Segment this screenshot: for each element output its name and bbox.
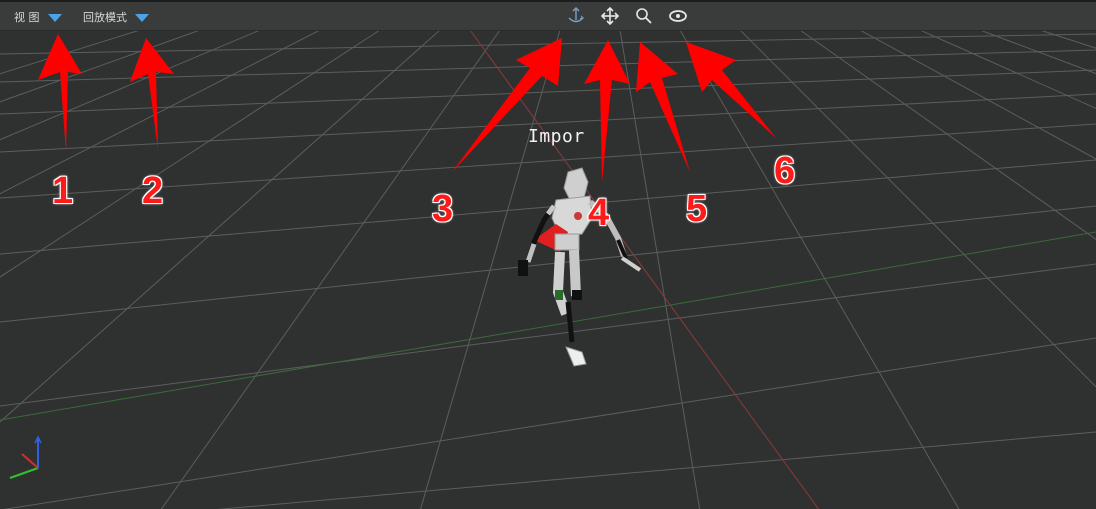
viewport-toolbar: 视 图 回放模式 <box>0 2 1096 31</box>
axis-gizmo <box>9 435 42 479</box>
zoom-icon[interactable] <box>634 6 654 26</box>
model-name-label: Impor <box>528 126 585 147</box>
annotation-label-1: 1 <box>52 170 74 212</box>
eye-icon[interactable] <box>668 6 688 26</box>
character-model[interactable] <box>500 162 660 372</box>
move-icon[interactable] <box>600 6 620 26</box>
view-menu[interactable]: 视 图 <box>14 8 62 26</box>
annotation-label-6: 6 <box>774 150 796 192</box>
annotation-label-2: 2 <box>142 170 164 212</box>
playback-mode-dropdown-icon[interactable] <box>135 13 149 22</box>
playback-mode-label: 回放模式 <box>83 11 127 24</box>
annotation-label-4: 4 <box>588 192 610 234</box>
playback-mode-menu[interactable]: 回放模式 <box>83 8 149 26</box>
annotation-label-5: 5 <box>686 188 708 230</box>
3d-viewport[interactable]: 视 图 回放模式 Impor 1 2 3 4 5 6 <box>0 0 1096 509</box>
view-dropdown-icon[interactable] <box>47 13 62 22</box>
view-menu-label: 视 图 <box>14 11 40 24</box>
annotation-label-3: 3 <box>432 188 454 230</box>
rotate-axis-icon[interactable] <box>566 6 586 26</box>
